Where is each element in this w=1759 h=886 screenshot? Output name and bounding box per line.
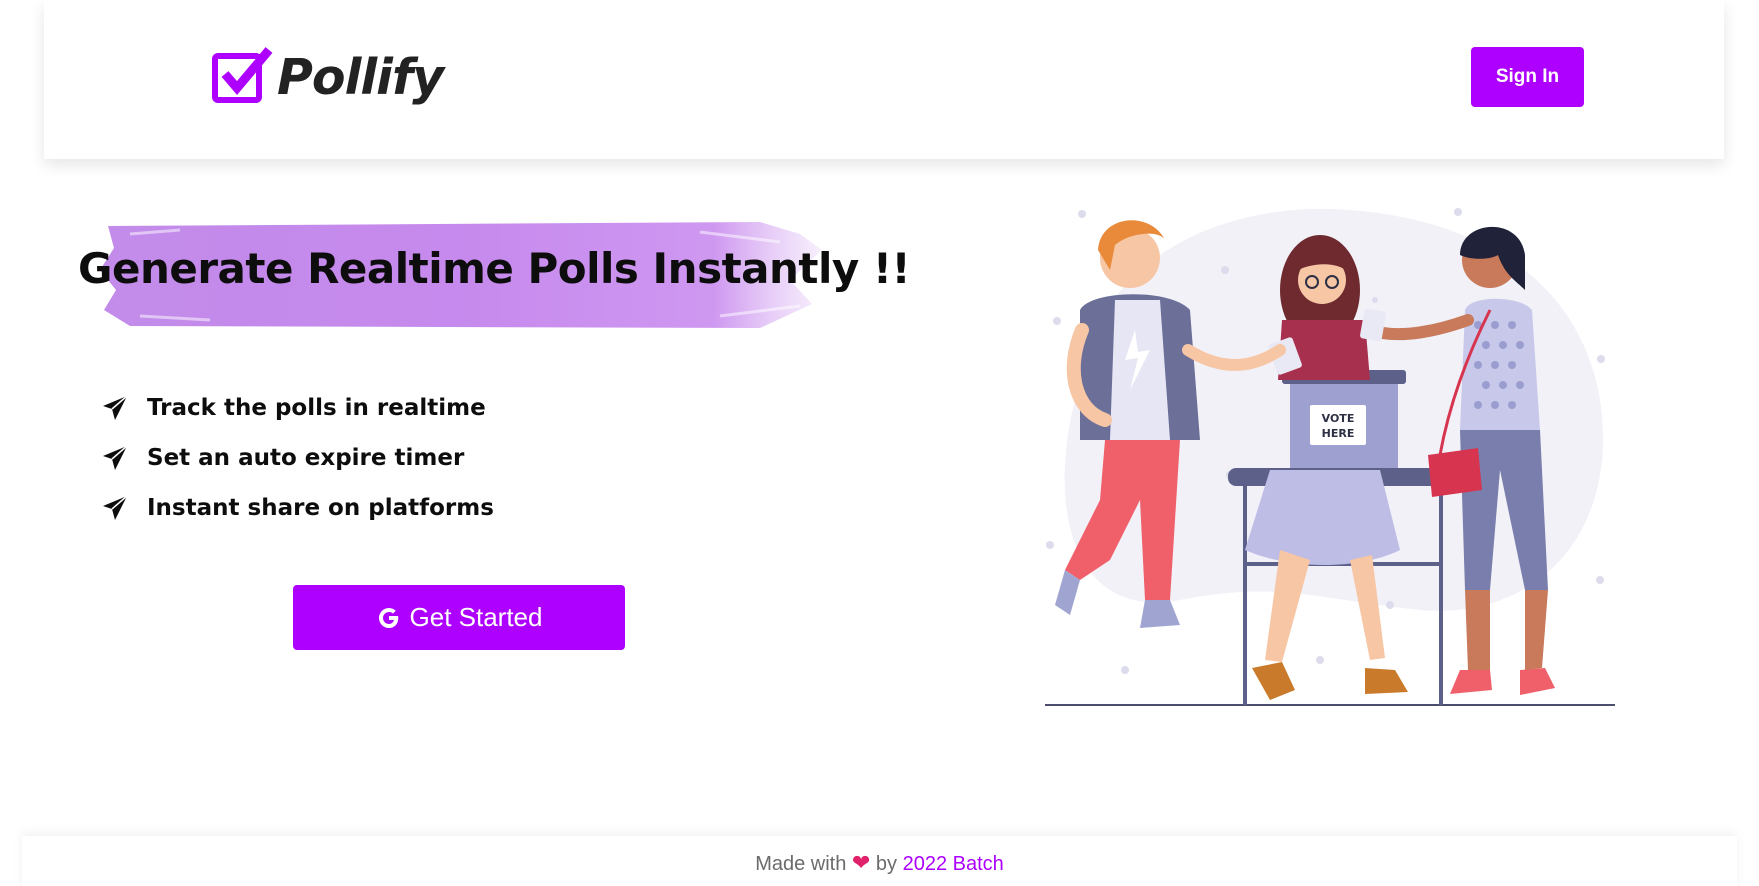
made-with-text: Made with xyxy=(755,853,847,875)
feature-item: Set an auto expire timer xyxy=(101,433,494,483)
get-started-button[interactable]: Get Started xyxy=(293,585,625,650)
feature-item: Instant share on platforms xyxy=(101,483,494,533)
sign-in-button[interactable]: Sign In xyxy=(1471,47,1584,107)
paper-plane-icon xyxy=(103,445,128,470)
feature-list: Track the polls in realtime Set an auto … xyxy=(101,383,494,533)
logo[interactable]: Pollify xyxy=(211,46,444,108)
voting-illustration: VOTE HERE xyxy=(1045,208,1615,706)
feature-text: Track the polls in realtime xyxy=(147,395,486,421)
paper-plane-icon xyxy=(103,395,128,420)
heart-icon: ❤ xyxy=(851,850,871,875)
ballot-box-label-line-1: VOTE xyxy=(1322,412,1355,425)
hero-headline: Generate Realtime Polls Instantly !! xyxy=(78,244,911,293)
get-started-label: Get Started xyxy=(409,602,543,632)
checkbox-logo-icon xyxy=(212,47,273,103)
feature-item: Track the polls in realtime xyxy=(101,383,494,433)
by-text: by xyxy=(875,853,898,875)
brand-name: Pollify xyxy=(277,48,444,106)
paper-plane-icon xyxy=(103,495,128,520)
page: Pollify Sign In Generate Realtime Polls … xyxy=(0,0,1759,886)
feature-text: Instant share on platforms xyxy=(147,495,494,521)
batch-link[interactable]: 2022 Batch xyxy=(903,853,1004,875)
feature-text: Set an auto expire timer xyxy=(147,445,465,471)
header: Pollify Sign In xyxy=(44,0,1724,159)
footer: Made with ❤ by 2022 Batch xyxy=(22,836,1737,886)
ballot-box-label-line-2: HERE xyxy=(1322,427,1355,440)
google-icon xyxy=(378,607,398,628)
